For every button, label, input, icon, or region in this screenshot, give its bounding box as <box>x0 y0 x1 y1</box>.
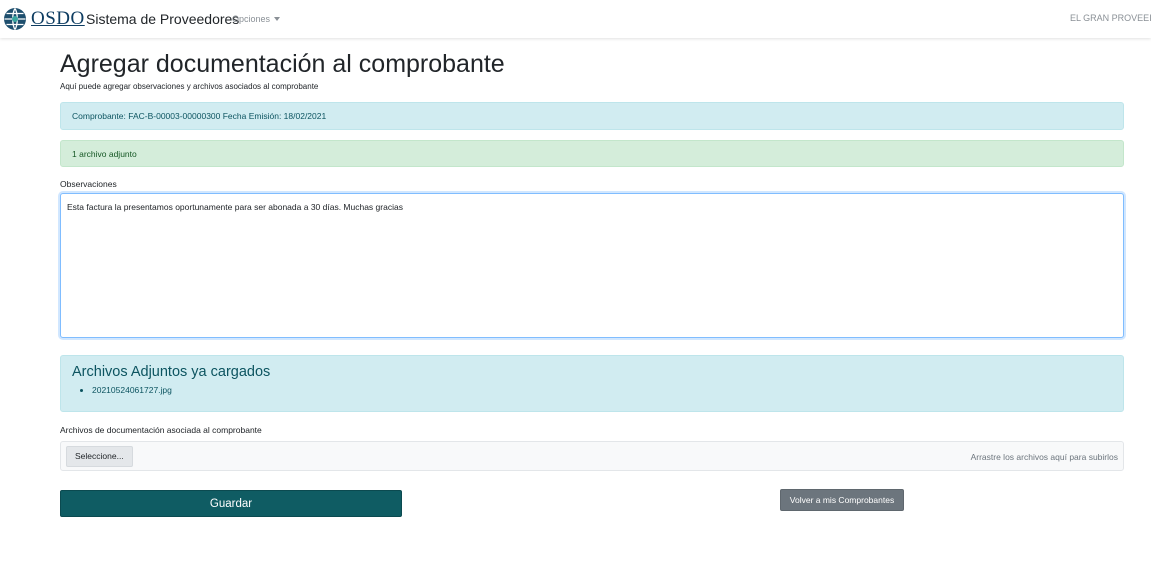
back-to-comprobantes-button[interactable]: Volver a mis Comprobantes <box>780 489 904 511</box>
save-button[interactable]: Guardar <box>60 490 402 517</box>
file-dropzone[interactable]: Seleccione... Arrastre los archivos aquí… <box>60 441 1124 471</box>
page-subtitle: Aquí puede agregar observaciones y archi… <box>60 82 319 91</box>
drop-hint: Arrastre los archivos aquí para subirlos <box>970 452 1118 462</box>
upload-label: Archivos de documentación asociada al co… <box>60 425 262 435</box>
options-dropdown[interactable]: Opciones <box>232 14 281 24</box>
app-title[interactable]: Sistema de Proveedores <box>86 11 239 27</box>
globe-emblem-icon <box>4 8 26 30</box>
user-menu[interactable]: EL GRAN PROVEEI <box>1070 13 1151 23</box>
attached-file-item[interactable]: 20210524061727.jpg <box>92 385 1112 395</box>
brand-logo[interactable]: OSDO <box>3 7 85 31</box>
attachment-count-alert: 1 archivo adjunto <box>60 140 1124 167</box>
comprobante-info-alert: Comprobante: FAC-B-00003-00000300 Fecha … <box>60 102 1124 130</box>
attached-files-panel: Archivos Adjuntos ya cargados 2021052406… <box>60 355 1124 412</box>
logo-text: OSDO <box>31 8 85 29</box>
observaciones-label: Observaciones <box>60 179 117 189</box>
top-navbar: OSDO Sistema de Proveedores Opciones EL … <box>0 0 1151 38</box>
select-files-button[interactable]: Seleccione... <box>66 446 133 467</box>
chevron-down-icon <box>274 17 281 21</box>
options-label: Opciones <box>232 14 271 24</box>
page-title: Agregar documentación al comprobante <box>60 50 505 78</box>
attached-files-title: Archivos Adjuntos ya cargados <box>72 364 271 380</box>
observaciones-textarea[interactable]: Esta factura la presentamos oportunament… <box>60 193 1124 338</box>
attached-files-list: 20210524061727.jpg <box>72 385 1112 395</box>
